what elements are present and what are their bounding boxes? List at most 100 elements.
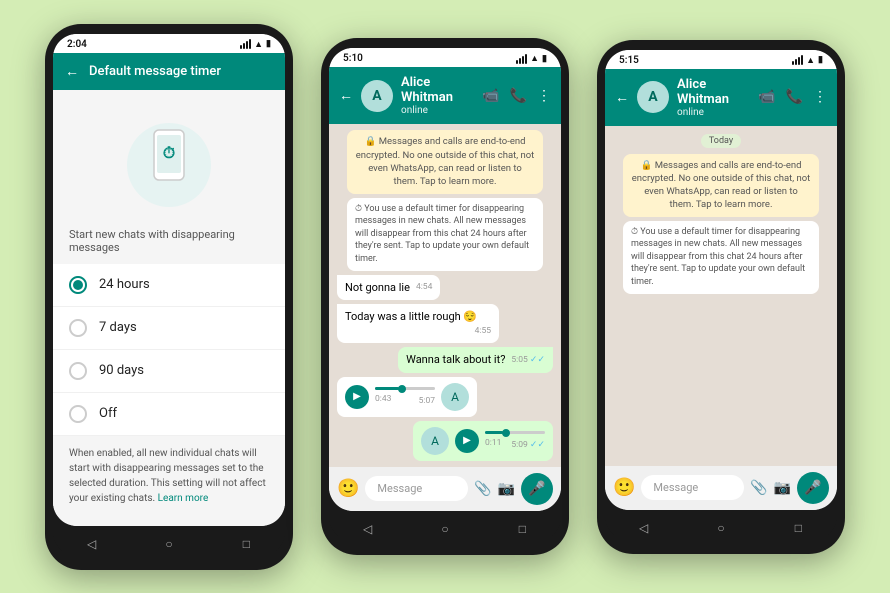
more-icon-3[interactable]: ⋮ <box>813 89 827 105</box>
settings-body: ⏱ Start new chats with disappearing mess… <box>53 90 285 526</box>
svg-text:⏱: ⏱ <box>163 143 175 162</box>
mic-button-2[interactable]: 🎤 <box>521 473 553 505</box>
wifi-icon: ▲ <box>254 39 263 50</box>
nav-back-3[interactable]: ◁ <box>634 518 654 538</box>
encryption-notice-2: 🔒 Messages and calls are end-to-end encr… <box>347 130 543 193</box>
attach-icon-3[interactable]: 📎 <box>750 480 767 496</box>
call-icon-3[interactable]: 📞 <box>786 89 803 105</box>
time-2: 5:10 <box>343 53 363 64</box>
msg-time-1: 4:54 <box>416 282 432 294</box>
wifi-icon-3: ▲ <box>806 55 815 66</box>
chat-input-bar-3: 🙂 Message 📎 📷 🎤 <box>605 466 837 510</box>
back-button-2[interactable]: ← <box>339 87 353 104</box>
option-off[interactable]: Off <box>53 393 285 436</box>
nav-recents-3[interactable]: □ <box>788 518 808 538</box>
time-3: 5:15 <box>619 55 639 66</box>
avatar-2: A <box>361 80 393 112</box>
status-bar-1: 2:04 ▲ ▮ <box>53 34 285 53</box>
video-icon-3[interactable]: 📹 <box>758 89 775 105</box>
option-24hours[interactable]: 24 hours <box>53 264 285 307</box>
mic-button-3[interactable]: 🎤 <box>797 472 829 504</box>
radio-off[interactable] <box>69 405 87 423</box>
label-off: Off <box>99 406 117 421</box>
audio-avatar-received: A <box>441 383 469 411</box>
option-7days[interactable]: 7 days <box>53 307 285 350</box>
audio-progress-sent <box>485 431 503 434</box>
video-icon-2[interactable]: 📹 <box>482 88 499 104</box>
wifi-icon-2: ▲ <box>530 53 539 64</box>
msg-time-2: 4:55 <box>475 326 491 338</box>
message-input-2[interactable]: Message <box>365 476 468 501</box>
disappear-subtitle: Start new chats with disappearing messag… <box>53 220 285 264</box>
label-24hours: 24 hours <box>99 277 150 292</box>
nav-back-2[interactable]: ◁ <box>358 519 378 539</box>
chat-header-3: ← A Alice Whitman online 📹 📞 ⋮ <box>605 69 837 126</box>
chat-header-info-3: Alice Whitman online <box>677 77 750 118</box>
camera-icon-3[interactable]: 📷 <box>774 480 791 496</box>
message-placeholder-2: Message <box>377 482 422 495</box>
audio-msg-received[interactable]: ▶ 0:43 5:07 A <box>337 377 477 417</box>
disappear-notice-3: ⏱ You use a default timer for disappeari… <box>623 221 819 294</box>
nav-recents-2[interactable]: □ <box>512 519 532 539</box>
play-button-received[interactable]: ▶ <box>345 385 369 409</box>
phone-nav-3: ◁ ○ □ <box>605 510 837 540</box>
label-90days: 90 days <box>99 363 144 378</box>
msg-2: Today was a little rough 😌 4:55 <box>337 304 499 343</box>
nav-recents-1[interactable]: □ <box>236 534 256 554</box>
learn-more-link[interactable]: Learn more <box>158 493 209 504</box>
emoji-icon-2[interactable]: 🙂 <box>337 478 359 499</box>
message-input-3[interactable]: Message <box>641 475 744 500</box>
radio-24hours[interactable] <box>69 276 87 294</box>
audio-ticks-sent: ✓✓ <box>530 440 545 450</box>
status-bar-3: 5:15 ▲ ▮ <box>605 50 837 69</box>
audio-progress-received <box>375 387 399 390</box>
audio-duration-sent: 0:11 <box>485 438 501 450</box>
avatar-3: A <box>637 81 669 113</box>
message-placeholder-3: Message <box>653 481 698 494</box>
radio-options: 24 hours 7 days 90 days Of <box>53 264 285 436</box>
phone-1: 2:04 ▲ ▮ ← Default message timer <box>45 24 293 570</box>
chat-body-3: Today 🔒 Messages and calls are end-to-en… <box>605 126 837 466</box>
date-label-3: Today <box>701 134 741 148</box>
attach-icon-2[interactable]: 📎 <box>474 481 491 497</box>
phone-3: 5:15 ▲ ▮ ← A Alice Whitman <box>597 40 845 554</box>
nav-home-1[interactable]: ○ <box>159 534 179 554</box>
nav-home-2[interactable]: ○ <box>435 519 455 539</box>
option-90days[interactable]: 90 days <box>53 350 285 393</box>
encryption-notice-3: 🔒 Messages and calls are end-to-end encr… <box>623 154 819 217</box>
chat-header-info-2: Alice Whitman online <box>401 75 474 116</box>
settings-title: Default message timer <box>89 64 221 79</box>
chat-header-icons-3: 📹 📞 ⋮ <box>758 89 827 105</box>
contact-status-3: online <box>677 107 750 118</box>
battery-icon-2: ▮ <box>542 54 547 64</box>
label-7days: 7 days <box>99 320 137 335</box>
play-button-sent[interactable]: ▶ <box>455 429 479 453</box>
illustration-area: ⏱ <box>53 90 285 220</box>
audio-dot-sent <box>502 429 510 437</box>
radio-90days[interactable] <box>69 362 87 380</box>
emoji-icon-3[interactable]: 🙂 <box>613 477 635 498</box>
more-icon-2[interactable]: ⋮ <box>537 88 551 104</box>
phones-container: 2:04 ▲ ▮ ← Default message timer <box>25 4 865 590</box>
back-button-3[interactable]: ← <box>615 89 629 106</box>
chat-body-2: 🔒 Messages and calls are end-to-end encr… <box>329 124 561 466</box>
msg-1: Not gonna lie 4:54 <box>337 275 440 300</box>
audio-msg-sent[interactable]: A ▶ 0:11 5:09 ✓✓ <box>413 421 553 461</box>
nav-home-3[interactable]: ○ <box>711 518 731 538</box>
back-button-1[interactable]: ← <box>65 63 79 80</box>
contact-name-2: Alice Whitman <box>401 75 474 105</box>
settings-header: ← Default message timer <box>53 53 285 90</box>
phone-2: 5:10 ▲ ▮ ← A Alice Whitman <box>321 38 569 554</box>
chat-header-icons-2: 📹 📞 ⋮ <box>482 88 551 104</box>
msg-time-3: 5:05 ✓✓ <box>511 354 545 367</box>
disappearing-msg-illustration: ⏱ <box>124 110 214 210</box>
chat-header-2: ← A Alice Whitman online 📹 📞 ⋮ <box>329 67 561 124</box>
camera-icon-2[interactable]: 📷 <box>498 481 515 497</box>
contact-name-3: Alice Whitman <box>677 77 750 107</box>
radio-7days[interactable] <box>69 319 87 337</box>
chat-input-bar-2: 🙂 Message 📎 📷 🎤 <box>329 467 561 511</box>
call-icon-2[interactable]: 📞 <box>510 88 527 104</box>
nav-back-1[interactable]: ◁ <box>82 534 102 554</box>
audio-time-sent: 5:09 ✓✓ <box>511 440 545 450</box>
phone-nav-1: ◁ ○ □ <box>53 526 285 556</box>
